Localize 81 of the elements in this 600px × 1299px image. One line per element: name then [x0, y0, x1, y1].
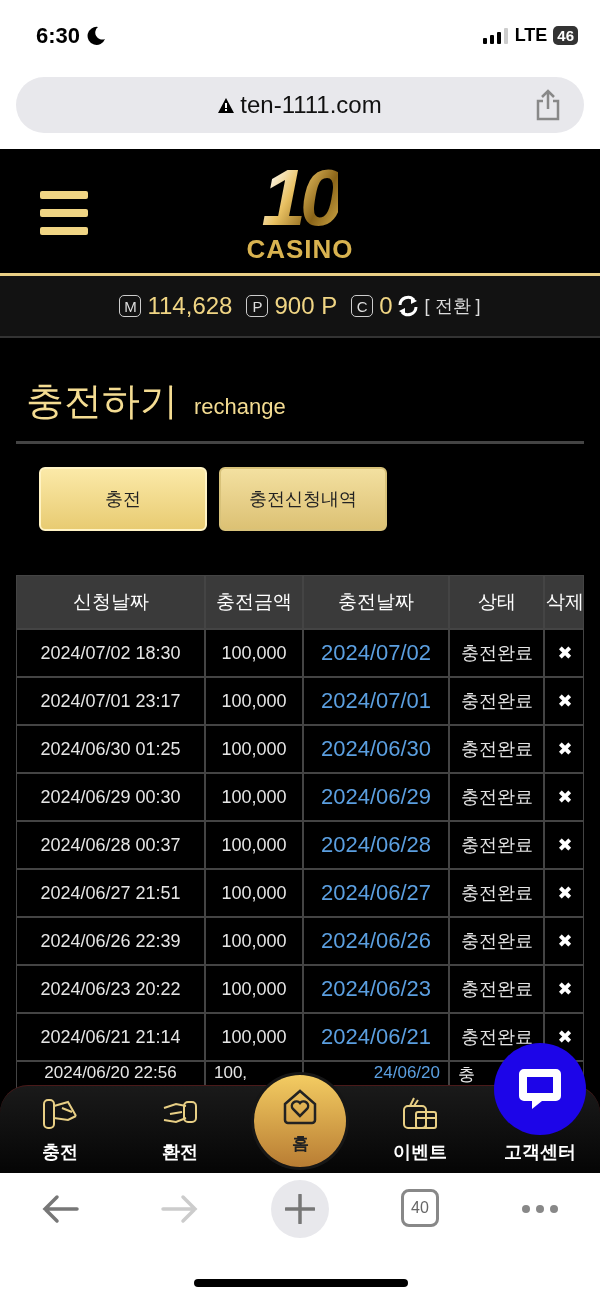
delete-button[interactable]: ✖ — [545, 966, 583, 1012]
back-arrow-icon — [41, 1194, 79, 1224]
tab-button[interactable]: 충전 — [39, 467, 207, 531]
share-icon[interactable] — [534, 89, 562, 121]
forward-arrow-icon — [161, 1194, 199, 1224]
table-cell: 충전완료 — [450, 870, 543, 916]
menu-button[interactable] — [40, 191, 88, 235]
table-cell: 2024/06/28 00:37 — [17, 822, 204, 868]
table-cell: 충전완료 — [450, 822, 543, 868]
nav-item[interactable]: 고객센터 — [480, 1140, 600, 1173]
table-cell: 100,000 — [206, 1014, 302, 1060]
table-cell: 충전완료 — [450, 966, 543, 1012]
page-subtitle: rechange — [194, 394, 286, 420]
table-cell: 2024/06/27 — [304, 870, 448, 916]
network-label: LTE — [514, 25, 548, 46]
column-header: 삭제 — [545, 576, 583, 628]
table-cell: 100,000 — [206, 726, 302, 772]
table-cell: 2024/07/01 23:17 — [17, 678, 204, 724]
column-header: 충전금액 — [206, 576, 302, 628]
switch-link[interactable]: [ 전환 ] — [424, 294, 481, 318]
table-cell: 2024/07/01 — [304, 678, 448, 724]
currency-badge: P — [246, 295, 269, 317]
delete-button[interactable]: ✖ — [545, 918, 583, 964]
table-cell: 2024/06/23 — [304, 966, 448, 1012]
table-cell: 100,000 — [206, 630, 302, 676]
more-icon — [521, 1204, 559, 1214]
battery-level: 46 — [553, 26, 578, 45]
table-cell: 충전완료 — [450, 630, 543, 676]
home-button[interactable]: 홈 — [254, 1075, 346, 1167]
column-header: 상태 — [450, 576, 543, 628]
balance-amount: 114,628 — [147, 292, 233, 320]
table-cell: 2024/06/29 — [304, 774, 448, 820]
currency-badge: C — [351, 295, 374, 317]
table-cell: 2024/06/21 21:14 — [17, 1014, 204, 1060]
table-cell: 2024/06/26 22:39 — [17, 918, 204, 964]
table-cell: 2024/06/30 01:25 — [17, 726, 204, 772]
table-cell: 100,000 — [206, 822, 302, 868]
logo-text: CASINO — [246, 236, 354, 262]
table-cell: 충전완료 — [450, 774, 543, 820]
balance-amount: 0 — [379, 292, 393, 320]
table-cell: 100,000 — [206, 966, 302, 1012]
warning-icon — [218, 97, 235, 113]
status-time: 6:30 — [36, 22, 81, 49]
table-cell: 2024/06/23 20:22 — [17, 966, 204, 1012]
address-bar[interactable]: ten-1111.com — [16, 77, 584, 133]
currency-badge: M — [119, 295, 142, 317]
table-cell: 2024/06/29 00:30 — [17, 774, 204, 820]
signal-icon — [482, 27, 509, 44]
url-text: ten-1111.com — [240, 91, 382, 119]
gift-icon — [402, 1096, 438, 1130]
delete-button[interactable]: ✖ — [545, 774, 583, 820]
table-cell: 충전완료 — [450, 918, 543, 964]
tab-count-button[interactable]: 40 — [401, 1189, 439, 1227]
table-cell: 100,000 — [206, 678, 302, 724]
house-heart-icon — [281, 1087, 319, 1126]
delete-button[interactable]: ✖ — [545, 726, 583, 772]
page-title: 충전하기 — [26, 379, 178, 424]
table-cell: 충전완료 — [450, 1014, 543, 1060]
delete-button[interactable]: ✖ — [545, 678, 583, 724]
table-cell: 2024/06/27 21:51 — [17, 870, 204, 916]
moon-icon — [86, 25, 107, 46]
plus-icon — [285, 1194, 315, 1224]
table-cell: 100,000 — [206, 870, 302, 916]
table-cell: 2024/06/28 — [304, 822, 448, 868]
table-cell: 2024/06/26 — [304, 918, 448, 964]
table-cell: 100,000 — [206, 774, 302, 820]
table-cell: 2024/06/21 — [304, 1014, 448, 1060]
table-cell: 2024/07/02 18:30 — [17, 630, 204, 676]
delete-button[interactable]: ✖ — [545, 870, 583, 916]
delete-button[interactable]: ✖ — [545, 822, 583, 868]
refresh-icon[interactable] — [396, 295, 419, 317]
column-header: 신청날짜 — [17, 576, 204, 628]
delete-button[interactable]: ✖ — [545, 630, 583, 676]
table-cell: 100,000 — [206, 918, 302, 964]
table-cell: 충전완료 — [450, 678, 543, 724]
table-cell: 2024/06/30 — [304, 726, 448, 772]
balance-amount: 900 P — [274, 292, 338, 320]
table-cell: 2024/07/02 — [304, 630, 448, 676]
table-cell: 충전완료 — [450, 726, 543, 772]
column-header: 충전날짜 — [304, 576, 448, 628]
tab-button[interactable]: 충전신청내역 — [219, 467, 387, 531]
